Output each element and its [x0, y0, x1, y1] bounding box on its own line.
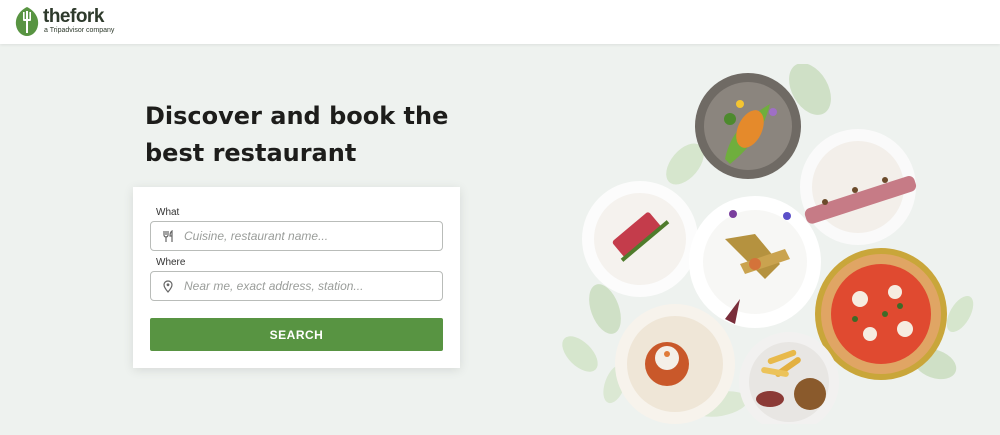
location-pin-icon: [163, 280, 173, 293]
brand-tagline: a Tripadvisor company: [44, 27, 115, 34]
hero-headline: Discover and book the best restaurant: [145, 102, 449, 167]
top-header: thefork a Tripadvisor company: [0, 0, 1000, 44]
food-dishes-illustration: [562, 64, 974, 424]
what-field[interactable]: [150, 221, 443, 251]
search-card: What Where SEARCH: [133, 187, 460, 368]
where-label: Where: [156, 257, 186, 268]
dish-plate: [815, 248, 947, 380]
dish-plate: [689, 196, 821, 328]
dish-plate: [800, 129, 917, 245]
brand-name: thefork: [43, 6, 104, 27]
what-input[interactable]: [184, 222, 434, 250]
thefork-logo[interactable]: thefork a Tripadvisor company: [14, 5, 124, 39]
hero-section: Discover and book the best restaurant Wh…: [0, 44, 1000, 435]
leaf-decoration: [562, 336, 598, 372]
cutlery-icon: [163, 230, 173, 242]
dish-plate: [582, 181, 698, 297]
what-label: What: [156, 207, 180, 218]
dish-plate: [615, 304, 735, 424]
where-input[interactable]: [184, 272, 434, 300]
where-field[interactable]: [150, 271, 443, 301]
dish-plate: [695, 73, 801, 179]
fork-leaf-icon: [15, 7, 39, 36]
search-button[interactable]: SEARCH: [150, 318, 443, 351]
